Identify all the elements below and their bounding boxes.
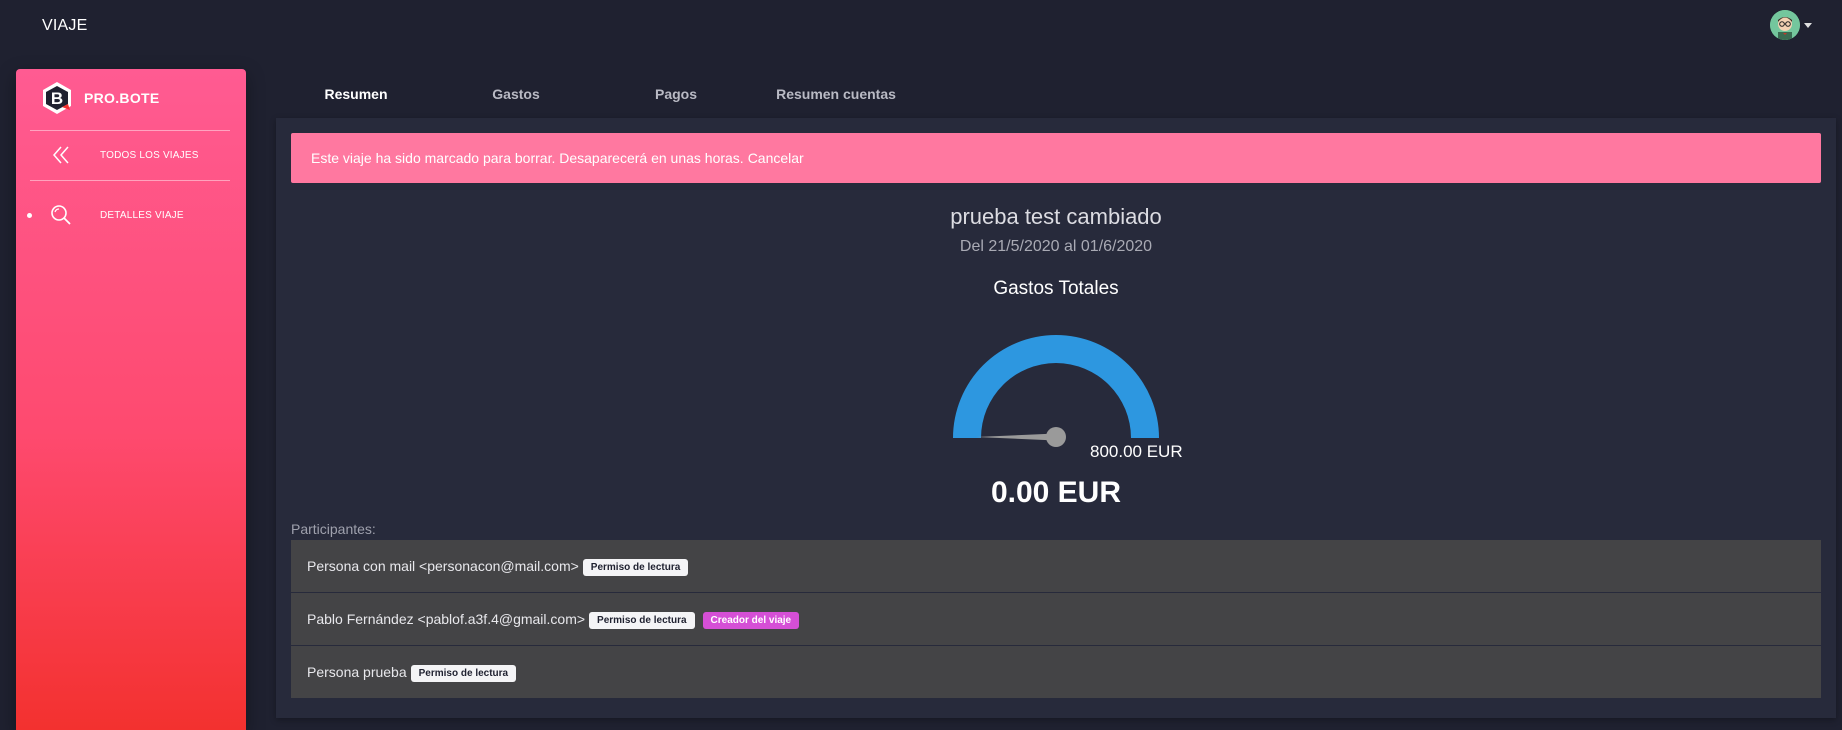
trip-name: prueba test cambiado: [950, 204, 1162, 229]
tab-bar: Resumen Gastos Pagos Resumen cuentas: [276, 74, 916, 120]
read-permission-badge: Permiso de lectura: [589, 611, 695, 629]
chevron-down-icon[interactable]: [1804, 22, 1812, 28]
gauge-max-label: 800.00 EUR: [1090, 442, 1183, 461]
tab-gastos[interactable]: Gastos: [436, 74, 596, 118]
cancel-deletion-link[interactable]: Cancelar: [748, 150, 804, 166]
deletion-alert: Este viaje ha sido marcado para borrar. …: [291, 133, 1821, 183]
participant-name: Persona prueba: [307, 664, 407, 680]
sidebar-item-todos-los-viajes[interactable]: TODOS LOS VIAJES: [26, 135, 236, 175]
expense-gauge: [953, 335, 1159, 447]
double-chevron-left-icon: [46, 140, 76, 170]
user-menu[interactable]: [1770, 10, 1812, 40]
tab-resumen-cuentas[interactable]: Resumen cuentas: [756, 74, 916, 118]
page-title: VIAJE: [42, 17, 88, 34]
list-item[interactable]: Persona con mail <personacon@mail.com> P…: [291, 540, 1821, 592]
sidebar-item-label: TODOS LOS VIAJES: [100, 149, 199, 161]
gauge-needle-hub: [1046, 427, 1066, 447]
alert-text: Este viaje ha sido marcado para borrar. …: [311, 150, 744, 166]
brand[interactable]: B PRO.BOTE: [40, 81, 160, 115]
gauge-title: Gastos Totales: [993, 278, 1119, 299]
sidebar-divider: [30, 180, 230, 181]
svg-text:B: B: [51, 89, 63, 108]
participant-name: Pablo Fernández <pablof.a3f.4@gmail.com>: [307, 611, 586, 627]
gauge-arc: [953, 335, 1159, 438]
logo-icon: B: [40, 81, 74, 115]
gauge-value: 0.00 EUR: [990, 476, 1122, 509]
read-permission-badge: Permiso de lectura: [410, 664, 517, 682]
gauge-needle: [976, 433, 1056, 441]
read-permission-badge: Permiso de lectura: [582, 558, 689, 576]
user-avatar-icon[interactable]: [1770, 10, 1800, 40]
tab-pagos[interactable]: Pagos: [596, 74, 756, 118]
trip-dates: Del 21/5/2020 al 01/6/2020: [959, 238, 1153, 255]
tab-resumen[interactable]: Resumen: [276, 74, 436, 120]
brand-name: PRO.BOTE: [84, 90, 160, 106]
search-icon: [46, 200, 76, 230]
sidebar-divider: [30, 130, 230, 131]
list-item[interactable]: Persona prueba Permiso de lectura: [291, 646, 1821, 698]
top-bar: VIAJE: [0, 0, 1842, 52]
sidebar-item-label: DETALLES VIAJE: [100, 209, 184, 221]
participants-list: Persona con mail <personacon@mail.com> P…: [291, 540, 1821, 699]
main-panel: Este viaje ha sido marcado para borrar. …: [276, 118, 1836, 718]
participants-label: Participantes:: [291, 521, 376, 537]
list-item[interactable]: Pablo Fernández <pablof.a3f.4@gmail.com>…: [291, 593, 1821, 645]
creator-badge: Creador del viaje: [702, 611, 800, 629]
sidebar-item-detalles-viaje[interactable]: DETALLES VIAJE: [26, 195, 236, 235]
sidebar: B PRO.BOTE TODOS LOS VIAJES DETALLES VIA…: [16, 69, 246, 730]
participant-name: Persona con mail <personacon@mail.com>: [307, 558, 579, 574]
